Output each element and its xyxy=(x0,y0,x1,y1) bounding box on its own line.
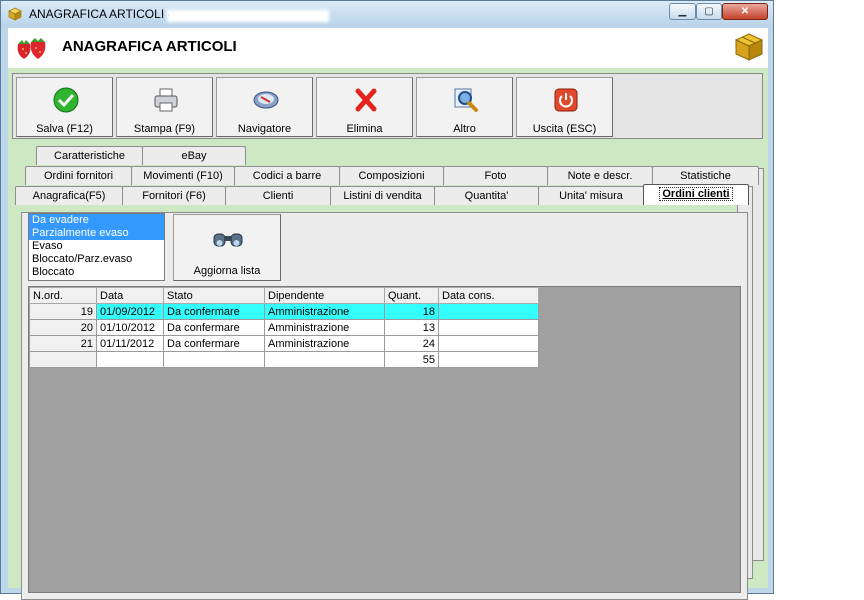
cell-stato[interactable]: Da confermare xyxy=(163,303,265,320)
orders-grid[interactable]: N.ord. Data Stato Dipendente Quant. Data… xyxy=(28,286,741,593)
status-option[interactable]: Evaso xyxy=(29,240,164,253)
cell-data-cons xyxy=(438,351,539,368)
check-icon xyxy=(53,87,79,113)
orders-table: N.ord. Data Stato Dipendente Quant. Data… xyxy=(29,287,539,368)
save-button[interactable]: Salva (F12) xyxy=(16,77,113,137)
cell-data[interactable]: 01/09/2012 xyxy=(96,303,164,320)
tab-foto[interactable]: Foto xyxy=(443,166,548,185)
tab-ordini-clienti[interactable]: Ordini clienti xyxy=(643,184,749,205)
tab-anagrafica[interactable]: Anagrafica(F5) xyxy=(15,186,123,205)
table-row[interactable]: 20 01/10/2012 Da confermare Amministrazi… xyxy=(29,319,539,336)
column-header-quant[interactable]: Quant. xyxy=(384,287,439,304)
status-option[interactable]: Bloccato xyxy=(29,266,164,279)
save-label: Salva (F12) xyxy=(36,123,93,135)
status-option[interactable]: Da evadere xyxy=(29,214,164,227)
exit-button[interactable]: Uscita (ESC) xyxy=(516,77,613,137)
cell-data[interactable]: 01/10/2012 xyxy=(96,319,164,336)
cell-data xyxy=(96,351,164,368)
cell-dipendente xyxy=(264,351,385,368)
other-button[interactable]: Altro xyxy=(416,77,513,137)
power-icon xyxy=(554,88,578,112)
cell-quant[interactable]: 13 xyxy=(384,319,439,336)
order-status-list[interactable]: Da evadere Parzialmente evaso Evaso Bloc… xyxy=(28,213,165,281)
tab-movimenti[interactable]: Movimenti (F10) xyxy=(131,166,235,185)
minimize-button[interactable]: ▁ xyxy=(669,3,696,20)
tab-unita-misura[interactable]: Unita' misura xyxy=(538,186,644,205)
page-title: ANAGRAFICA ARTICOLI xyxy=(62,38,237,55)
delete-label: Elimina xyxy=(346,123,383,135)
tab-ordini-fornitori[interactable]: Ordini fornitori xyxy=(25,166,132,185)
cell-dipendente[interactable]: Amministrazione xyxy=(264,335,385,352)
column-header-dipendente[interactable]: Dipendente xyxy=(264,287,385,304)
tab-fornitori[interactable]: Fornitori (F6) xyxy=(122,186,226,205)
box-icon xyxy=(8,7,22,21)
other-label: Altro xyxy=(453,123,476,135)
main-window: ANAGRAFICA ARTICOLI - ▁ ▢ ✕ ANAGRAFICA A… xyxy=(0,0,774,600)
delete-button[interactable]: Elimina xyxy=(316,77,413,137)
package-icon xyxy=(734,33,764,61)
cell-data-cons[interactable] xyxy=(438,303,539,320)
exit-label: Uscita (ESC) xyxy=(532,123,597,135)
column-header-data[interactable]: Data xyxy=(96,287,164,304)
tab-listini-di-vendita[interactable]: Listini di vendita xyxy=(330,186,435,205)
navigator-icon xyxy=(253,91,279,109)
print-label: Stampa (F9) xyxy=(133,123,196,135)
cell-stato[interactable]: Da confermare xyxy=(163,335,265,352)
column-header-n-ord[interactable]: N.ord. xyxy=(29,287,97,304)
cell-n-ord[interactable]: 21 xyxy=(29,335,97,352)
tab-statistiche[interactable]: Statistiche xyxy=(652,166,759,185)
cell-n-ord xyxy=(29,351,97,368)
total-quant: 55 xyxy=(384,351,439,368)
column-header-data-cons[interactable]: Data cons. xyxy=(438,287,539,304)
cell-n-ord[interactable]: 20 xyxy=(29,319,97,336)
tab-ebay[interactable]: eBay xyxy=(142,146,246,165)
tab-page-ordini-clienti: Da evadere Parzialmente evaso Evaso Bloc… xyxy=(21,212,748,600)
cell-n-ord[interactable]: 19 xyxy=(29,303,97,320)
close-button[interactable]: ✕ xyxy=(722,3,768,20)
search-icon xyxy=(454,88,478,112)
cell-dipendente[interactable]: Amministrazione xyxy=(264,319,385,336)
tab-caratteristiche[interactable]: Caratteristiche xyxy=(36,146,143,165)
binoculars-icon xyxy=(213,233,243,247)
form-header: ANAGRAFICA ARTICOLI xyxy=(8,28,768,68)
navigator-label: Navigatore xyxy=(237,123,292,135)
tab-control: Caratteristiche eBay Ordini fornitori Mo… xyxy=(12,142,764,600)
printer-icon xyxy=(154,88,178,112)
tab-note-descr[interactable]: Note e descr. xyxy=(547,166,653,185)
cell-quant[interactable]: 24 xyxy=(384,335,439,352)
refresh-list-button[interactable]: Aggiorna lista xyxy=(173,214,281,281)
title-bar[interactable]: ANAGRAFICA ARTICOLI - ▁ ▢ ✕ xyxy=(1,1,773,27)
navigator-button[interactable]: Navigatore xyxy=(216,77,313,137)
tab-clienti[interactable]: Clienti xyxy=(225,186,331,205)
cell-data[interactable]: 01/11/2012 xyxy=(96,335,164,352)
cell-data-cons[interactable] xyxy=(438,319,539,336)
cell-data-cons[interactable] xyxy=(438,335,539,352)
redacted-title-part xyxy=(167,10,329,22)
strawberry-icon xyxy=(17,38,46,59)
window-title: ANAGRAFICA ARTICOLI - xyxy=(29,7,172,21)
print-button[interactable]: Stampa (F9) xyxy=(116,77,213,137)
toolbar: Salva (F12) Stampa (F9) Navigatore Elimi… xyxy=(12,73,763,139)
table-row[interactable]: 21 01/11/2012 Da confermare Amministrazi… xyxy=(29,335,539,352)
delete-x-icon xyxy=(355,88,377,112)
tab-codici-a-barre[interactable]: Codici a barre xyxy=(234,166,340,185)
table-header-row: N.ord. Data Stato Dipendente Quant. Data… xyxy=(29,287,539,304)
table-row[interactable]: 19 01/09/2012 Da confermare Amministrazi… xyxy=(29,303,539,320)
cell-dipendente[interactable]: Amministrazione xyxy=(264,303,385,320)
client-area: ANAGRAFICA ARTICOLI Salva (F12) Stampa (… xyxy=(8,28,768,600)
refresh-list-label: Aggiorna lista xyxy=(193,265,261,277)
status-option[interactable]: Parzialmente evaso xyxy=(29,227,164,240)
cell-stato xyxy=(163,351,265,368)
tab-composizioni[interactable]: Composizioni xyxy=(339,166,444,185)
tab-quantita[interactable]: Quantita' xyxy=(434,186,539,205)
status-option[interactable]: Bloccato/Parz.evaso xyxy=(29,253,164,266)
column-header-stato[interactable]: Stato xyxy=(163,287,265,304)
cell-stato[interactable]: Da confermare xyxy=(163,319,265,336)
maximize-button[interactable]: ▢ xyxy=(696,3,722,20)
cell-quant[interactable]: 18 xyxy=(384,303,439,320)
total-row: 55 xyxy=(29,351,539,368)
